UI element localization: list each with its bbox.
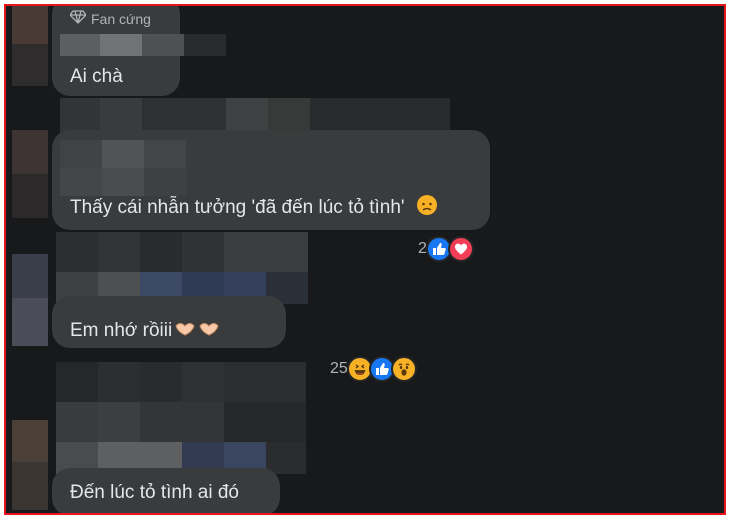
reaction-summary[interactable]: 2 — [418, 236, 474, 262]
comments-panel: Fan cứng Ai chà Thấy cái nhẫn tưởng 'đã … — [4, 4, 726, 515]
heart-hands-icon — [174, 320, 222, 342]
comment-text: Thấy cái nhẫn tưởng 'đã đến lúc tỏ tình' — [70, 194, 438, 222]
comment-text: Ai chà — [70, 66, 123, 87]
avatar[interactable] — [12, 6, 48, 86]
author-name-redacted — [60, 34, 226, 56]
comment-text: Em nhớ rồiii — [70, 320, 222, 342]
comment-bubble: Em nhớ rồiii — [52, 296, 286, 348]
comment-bubble: Đến lúc tỏ tình ai đó — [52, 468, 280, 513]
author-name-redacted — [56, 362, 306, 474]
diamond-icon — [69, 10, 87, 27]
badge-label: Fan cứng — [91, 10, 151, 27]
avatar[interactable] — [12, 420, 48, 510]
reaction-count: 25 — [330, 360, 348, 377]
comment-text-content: Thấy cái nhẫn tưởng 'đã đến lúc tỏ tình' — [70, 197, 405, 219]
sad-face-icon — [416, 194, 438, 222]
author-name-redacted — [56, 232, 308, 304]
love-icon — [447, 236, 474, 262]
author-name-redacted — [60, 140, 186, 196]
fan-badge[interactable]: Fan cứng — [69, 10, 151, 27]
avatar[interactable] — [12, 254, 48, 346]
wow-icon — [390, 356, 417, 382]
comment-text-content: Em nhớ rồiii — [70, 320, 173, 342]
avatar[interactable] — [12, 130, 48, 218]
comment-text: Đến lúc tỏ tình ai đó — [70, 482, 239, 503]
reaction-summary[interactable]: 25 — [330, 356, 417, 382]
